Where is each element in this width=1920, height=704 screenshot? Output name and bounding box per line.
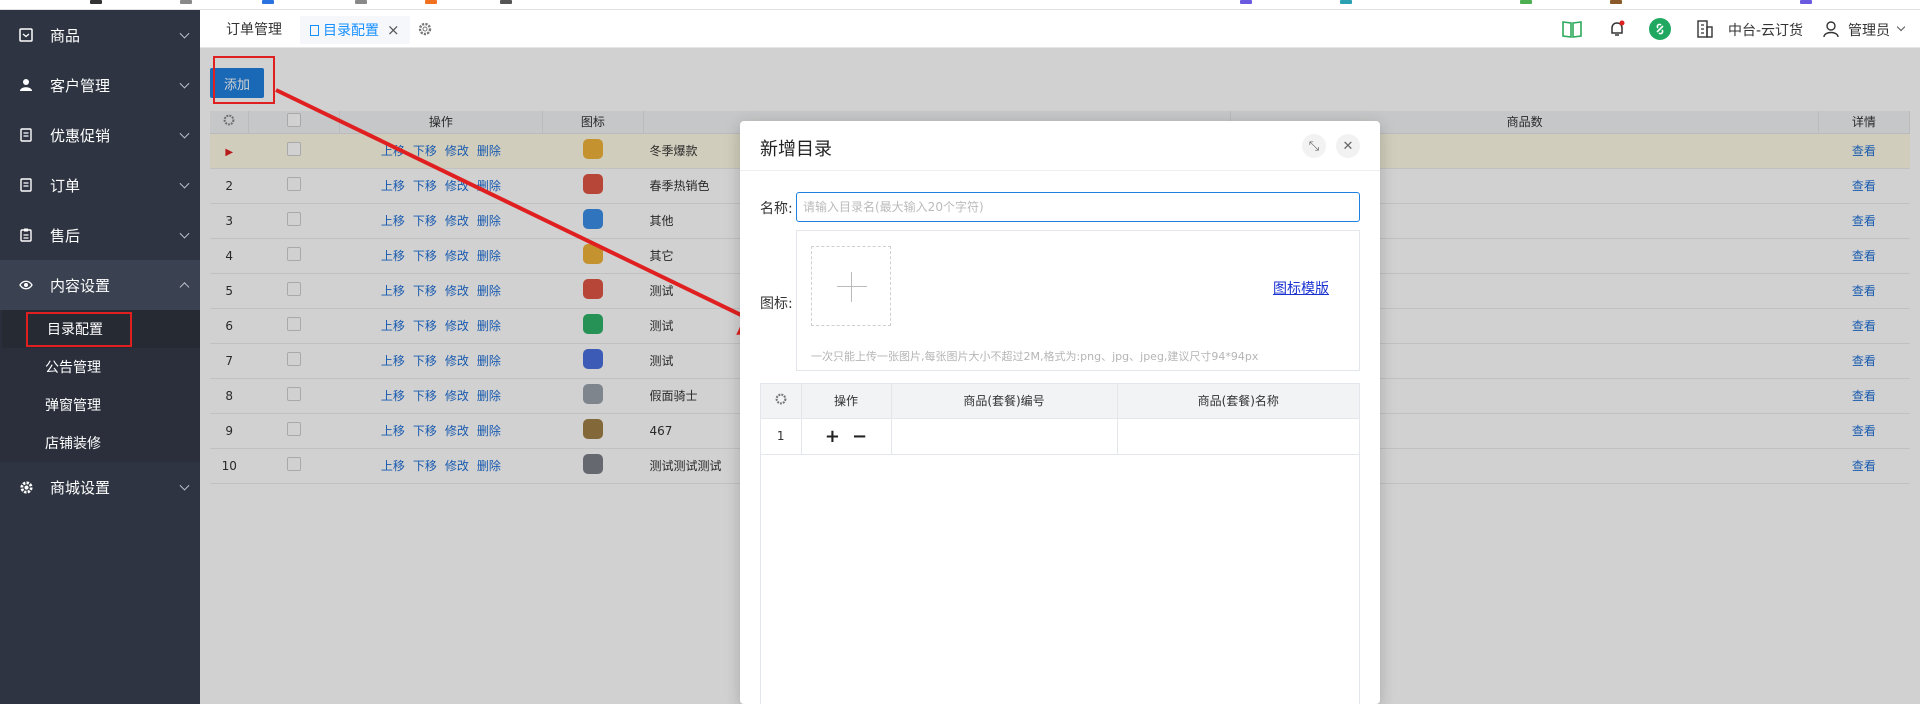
- row-number: 1: [761, 418, 802, 455]
- product-name-cell[interactable]: [1117, 418, 1359, 455]
- close-icon[interactable]: ✕: [1336, 134, 1360, 158]
- catalog-name-input[interactable]: [796, 192, 1360, 222]
- name-label: 名称:: [760, 201, 793, 217]
- icon-label: 图标:: [760, 296, 793, 312]
- icon-upload-area: 图标模版 一次只能上传一张图片,每张图片大小不超过2M,格式为:png、jpg、…: [796, 230, 1360, 371]
- upload-hint: 一次只能上传一张图片,每张图片大小不超过2M,格式为:png、jpg、jpeg,…: [811, 350, 1259, 363]
- fullscreen-icon[interactable]: ⤡: [1302, 134, 1326, 158]
- product-code-cell[interactable]: [891, 418, 1118, 455]
- upload-plus-button[interactable]: [811, 246, 891, 326]
- add-catalog-dialog: 新增目录 ⤡ ✕ 名称: 图标: 图标模版 一次只能上传一张图片,每张图片大小不…: [740, 121, 1380, 704]
- subtable-header-name: 商品(套餐)名称: [1117, 384, 1359, 419]
- row-actions: + −: [801, 418, 892, 455]
- subtable-header-code: 商品(套餐)编号: [891, 384, 1118, 419]
- subtable-header-ops: 操作: [801, 384, 892, 419]
- dialog-header: 新增目录 ⤡ ✕: [740, 121, 1380, 171]
- subtable-row: 1 + −: [761, 418, 1359, 455]
- subtable-settings-icon[interactable]: [761, 384, 802, 419]
- minus-icon[interactable]: −: [852, 426, 867, 447]
- plus-icon[interactable]: +: [825, 426, 840, 447]
- dialog-title: 新增目录: [760, 139, 832, 160]
- product-subtable: 操作 商品(套餐)编号 商品(套餐)名称 1 + −: [760, 383, 1360, 704]
- icon-template-link[interactable]: 图标模版: [1273, 278, 1329, 298]
